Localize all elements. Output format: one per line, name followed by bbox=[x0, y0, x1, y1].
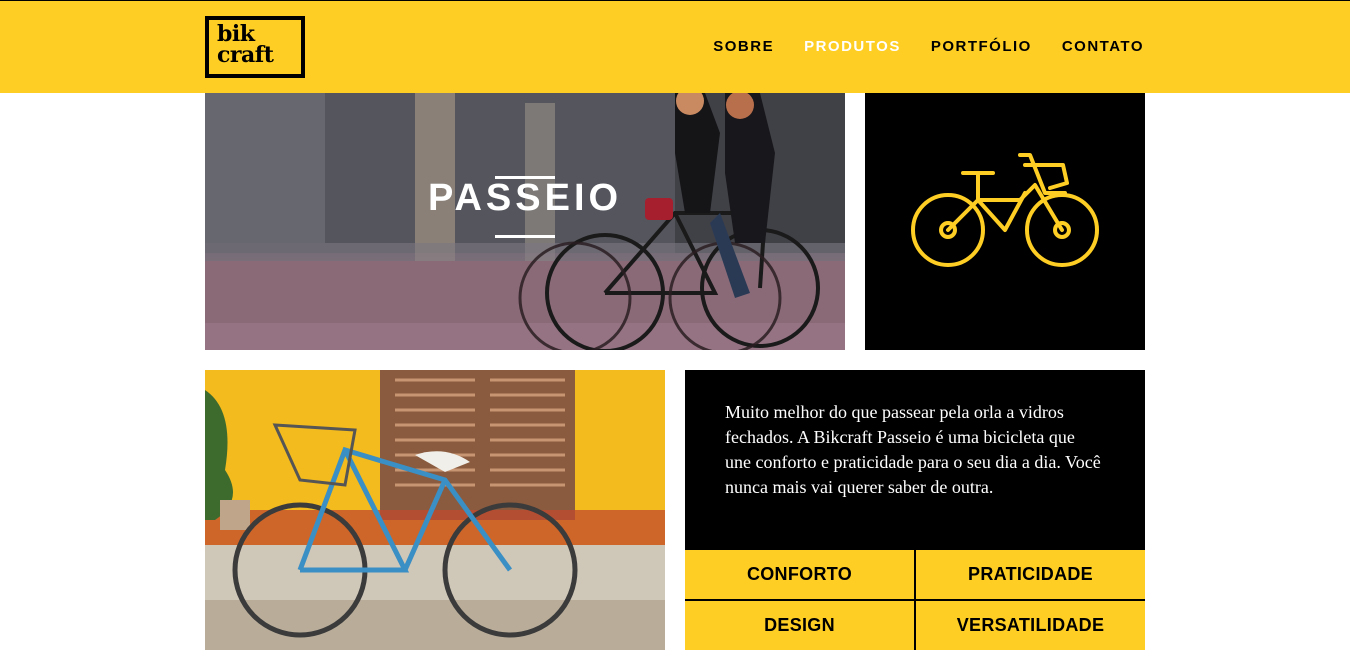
bicycle-icon bbox=[911, 153, 1099, 267]
nav-portfolio[interactable]: PORTFÓLIO bbox=[931, 38, 1032, 55]
nav-produtos[interactable]: PRODUTOS bbox=[804, 38, 901, 55]
hero-photo bbox=[205, 93, 845, 350]
nav-sobre[interactable]: SOBRE bbox=[713, 38, 774, 55]
bicycle-photo bbox=[205, 370, 665, 650]
product-icon-box bbox=[865, 93, 1145, 350]
feature-conforto: CONFORTO bbox=[685, 550, 914, 599]
bikcraft-logo[interactable]: bik craft bbox=[205, 16, 305, 78]
feature-praticidade: PRATICIDADE bbox=[916, 550, 1145, 599]
product-description: Muito melhor do que passear pela orla a … bbox=[725, 402, 1101, 497]
product-description-box: Muito melhor do que passear pela orla a … bbox=[685, 370, 1145, 550]
hero-title-line-bottom bbox=[495, 235, 555, 238]
site-header: bik craft SOBRE PRODUTOS PORTFÓLIO CONTA… bbox=[0, 0, 1350, 93]
feature-design: DESIGN bbox=[685, 601, 914, 650]
hero-banner: PASSEIO bbox=[205, 93, 845, 350]
feature-grid: CONFORTO PRATICIDADE DESIGN VERSATILIDAD… bbox=[685, 550, 1145, 650]
hero-title: PASSEIO bbox=[427, 177, 623, 219]
logo-line-2: craft bbox=[217, 42, 274, 68]
nav-contato[interactable]: CONTATO bbox=[1062, 38, 1144, 55]
main-nav: SOBRE PRODUTOS PORTFÓLIO CONTATO bbox=[713, 38, 1144, 55]
feature-versatilidade: VERSATILIDADE bbox=[916, 601, 1145, 650]
